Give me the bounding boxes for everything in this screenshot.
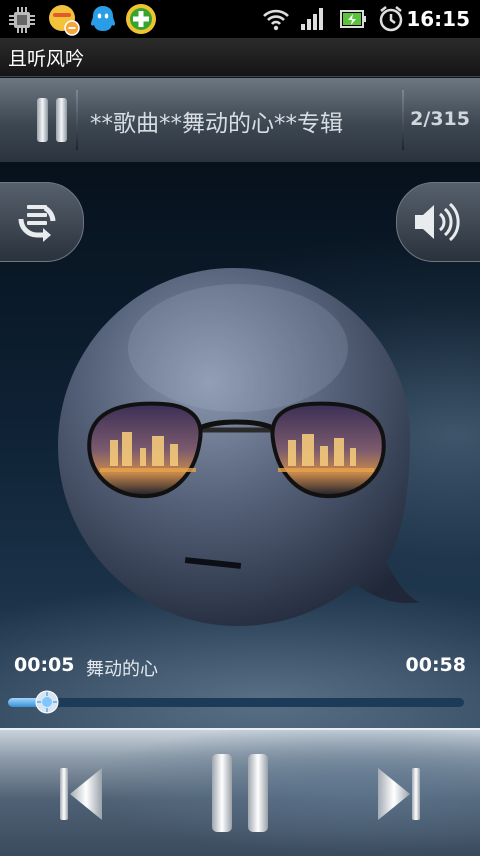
battery-charging-icon [340, 9, 366, 33]
status-bar: 16:15 [0, 0, 480, 38]
separator [402, 90, 404, 150]
qq-icon [88, 4, 118, 38]
next-button[interactable] [376, 766, 422, 826]
signal-icon [300, 7, 326, 35]
playback-controls [0, 728, 480, 856]
volume-button[interactable] [396, 182, 480, 262]
album-art-area: 00:05 舞动的心 00:58 [0, 162, 480, 728]
cpu-icon [8, 6, 36, 38]
repeat-list-icon [11, 197, 63, 251]
repeat-mode-button[interactable] [0, 182, 84, 262]
speaker-icon [411, 199, 461, 249]
mini-pause-button[interactable] [36, 98, 68, 142]
previous-button[interactable] [58, 766, 104, 826]
alarm-clock-icon [378, 5, 404, 37]
album-art [48, 262, 428, 632]
pause-button[interactable] [210, 752, 270, 838]
security-plus-icon [124, 2, 158, 40]
now-playing-bar: **歌曲**舞动的心**专辑 2/315 [0, 78, 480, 163]
app-title: 且听风吟 [8, 48, 85, 70]
status-time: 16:15 [406, 7, 470, 31]
track-count: 2/315 [410, 108, 470, 130]
app-title-bar: 且听风吟 [0, 38, 480, 77]
progress-thumb[interactable] [34, 689, 60, 715]
wifi-icon [262, 7, 290, 35]
total-time: 00:58 [405, 654, 466, 676]
now-playing-title[interactable]: **歌曲**舞动的心**专辑 [90, 104, 390, 138]
current-time: 00:05 [14, 654, 75, 676]
chat-notification-icon [46, 3, 82, 41]
separator [76, 90, 78, 150]
song-name: 舞动的心 [86, 659, 158, 680]
progress-bar[interactable] [8, 690, 464, 714]
